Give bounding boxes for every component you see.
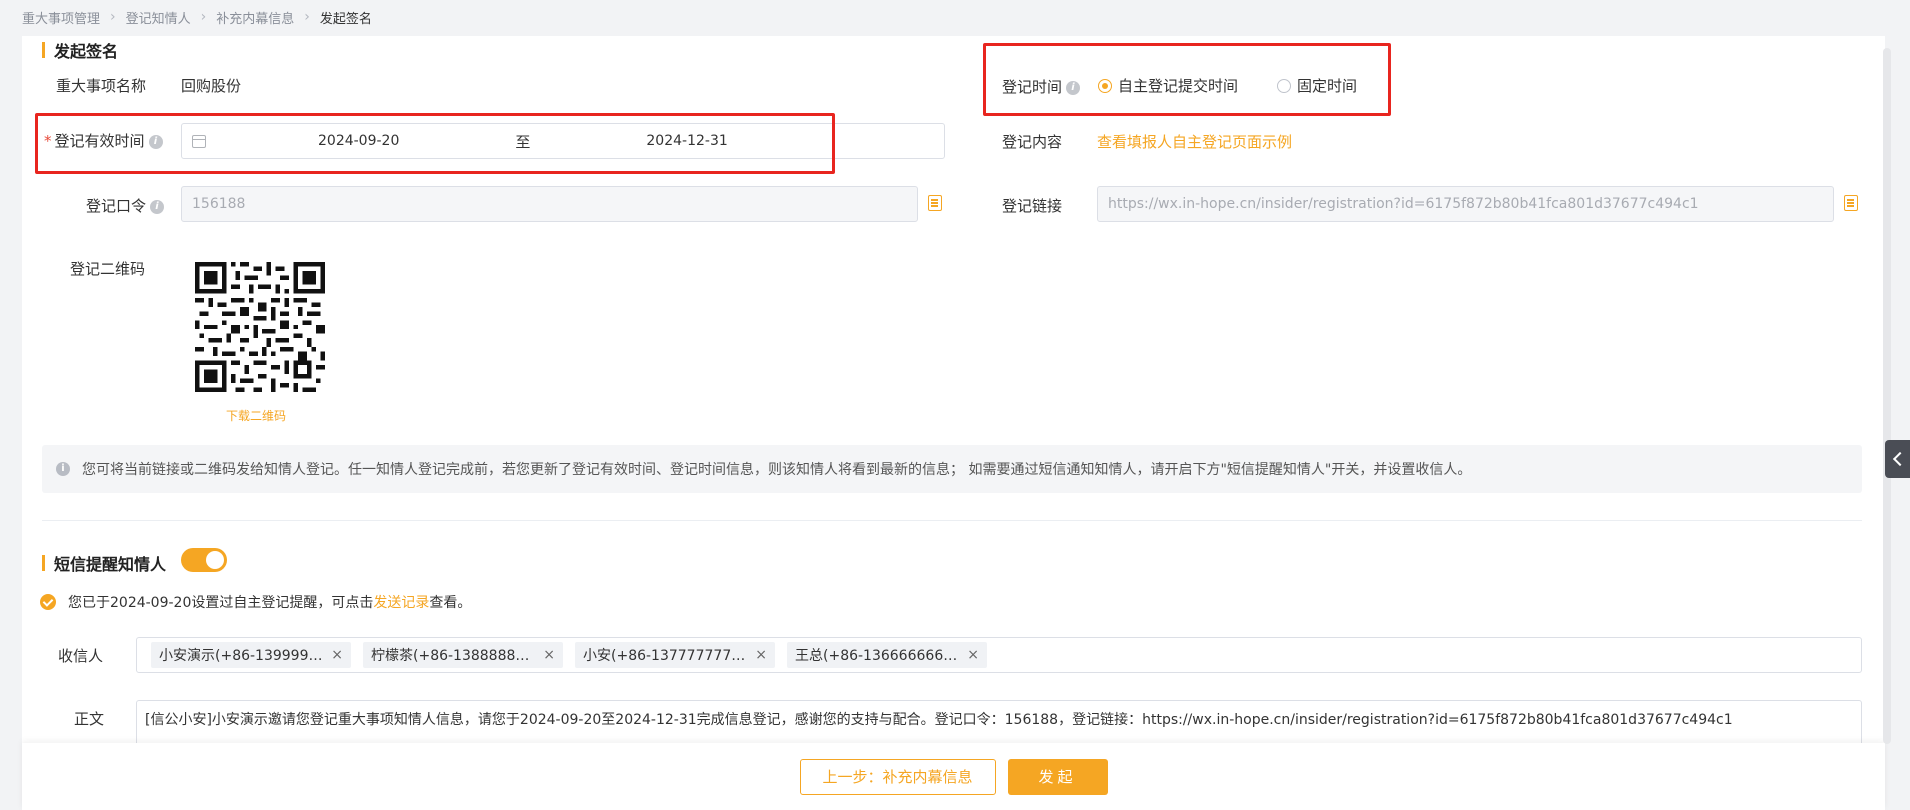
close-icon[interactable]: × <box>331 647 343 663</box>
recipient-tag-label: 小安(+86-13777777777) <box>583 648 748 664</box>
section-title-initiate-signature: 发起签名 <box>42 38 118 62</box>
side-panel-toggle[interactable] <box>1885 440 1910 478</box>
recipients-input[interactable]: 小安演示(+86-13999999999) × 柠檬茶(+86-13888888… <box>136 637 1862 673</box>
reg-time-label: 登记时间 i <box>1002 76 1081 97</box>
breadcrumb-item-supplement-info[interactable]: 补充内幕信息 <box>216 8 294 27</box>
info-icon[interactable]: i <box>150 199 165 214</box>
check-circle-icon <box>40 594 56 610</box>
info-icon[interactable]: i <box>148 134 163 149</box>
reminder-text-suffix: 查看。 <box>429 595 472 611</box>
breadcrumb-separator-icon: › <box>110 9 116 25</box>
radio-self-submit-time[interactable]: 自主登记提交时间 <box>1098 75 1238 96</box>
copy-icon[interactable] <box>928 195 942 211</box>
close-icon[interactable]: × <box>755 647 767 663</box>
password-input[interactable]: 156188 <box>181 186 918 222</box>
calendar-icon <box>192 134 206 148</box>
close-icon[interactable]: × <box>967 647 979 663</box>
close-icon[interactable]: × <box>543 647 555 663</box>
matter-name-value: 回购股份 <box>181 77 242 95</box>
section-title-text: 发起签名 <box>54 42 119 61</box>
notice-bar: i 您可将当前链接或二维码发给知情人登记。任一知情人登记完成前，若您更新了登记有… <box>42 445 1862 493</box>
previous-step-button[interactable]: 上一步：补充内幕信息 <box>799 758 996 795</box>
vertical-scrollbar[interactable] <box>1883 48 1891 744</box>
valid-time-label-text: 登记有效时间 <box>54 132 145 150</box>
reminder-text-prefix: 您已于2024-09-20设置过自主登记提醒，可点击 <box>68 595 374 611</box>
recipient-tag: 小安(+86-13777777777) × <box>575 642 775 668</box>
breadcrumb-separator-icon: › <box>304 9 310 25</box>
message-body-label: 正文 <box>74 710 105 728</box>
qr-code-image <box>195 262 325 392</box>
notice-text: 您可将当前链接或二维码发给知情人登记。任一知情人登记完成前，若您更新了登记有效时… <box>82 462 1472 478</box>
breadcrumb: 重大事项管理 › 登记知情人 › 补充内幕信息 › 发起签名 <box>22 0 372 34</box>
section-divider <box>42 520 1862 521</box>
qr-code-label: 登记二维码 <box>70 260 146 278</box>
chevron-left-icon <box>1892 451 1907 467</box>
radio-self-submit-time-label: 自主登记提交时间 <box>1118 77 1239 95</box>
recipient-tag-label: 王总(+86-13666666666) <box>795 648 960 664</box>
recipient-tag: 王总(+86-13666666666) × <box>787 642 987 668</box>
copy-icon[interactable] <box>1844 195 1858 211</box>
breadcrumb-item-register-insiders[interactable]: 登记知情人 <box>126 8 191 27</box>
sms-reminder-toggle[interactable] <box>181 548 227 572</box>
footer-action-bar: 上一步：补充内幕信息 发起 <box>22 743 1885 810</box>
matter-name-label: 重大事项名称 <box>56 77 147 95</box>
date-start-input[interactable]: 2024-09-20 <box>318 133 399 149</box>
recipient-tag-label: 小安演示(+86-13999999999) <box>159 648 323 664</box>
recipient-tag-label: 柠檬茶(+86-13888888888) <box>371 648 535 664</box>
reg-content-label: 登记内容 <box>1002 133 1063 151</box>
breadcrumb-separator-icon: › <box>200 9 207 25</box>
valid-time-label: * 登记有效时间 i <box>44 130 163 151</box>
reg-time-label-text: 登记时间 <box>1002 78 1063 96</box>
recipient-tag: 小安演示(+86-13999999999) × <box>151 642 351 668</box>
initiate-button[interactable]: 发起 <box>1007 758 1108 795</box>
radio-fixed-time[interactable]: 固定时间 <box>1277 75 1357 96</box>
recipient-tag: 柠檬茶(+86-13888888888) × <box>363 642 563 668</box>
valid-time-range-picker[interactable]: 2024-09-20 至 2024-12-31 <box>181 123 945 159</box>
date-end-input[interactable]: 2024-12-31 <box>646 133 727 149</box>
info-icon[interactable]: i <box>1066 80 1081 95</box>
radio-fixed-time-label: 固定时间 <box>1297 77 1358 95</box>
breadcrumb-item-major-matters[interactable]: 重大事项管理 <box>22 8 100 27</box>
reminder-status: 您已于2024-09-20设置过自主登记提醒，可点击 发送记录 查看。 <box>40 592 471 612</box>
send-record-link[interactable]: 发送记录 <box>373 592 429 612</box>
radio-checked-icon <box>1098 78 1112 93</box>
section-title-text: 短信提醒知情人 <box>54 555 167 574</box>
section-title-sms-reminder: 短信提醒知情人 <box>42 551 166 575</box>
password-label: 登记口令 i <box>86 195 165 216</box>
recipients-label: 收信人 <box>58 647 104 665</box>
toggle-knob <box>206 551 224 569</box>
info-icon: i <box>56 462 70 476</box>
password-label-text: 登记口令 <box>86 197 147 215</box>
radio-unchecked-icon <box>1277 78 1291 93</box>
reg-content-example-link[interactable]: 查看填报人自主登记页面示例 <box>1097 131 1292 152</box>
reg-link-label: 登记链接 <box>1002 197 1063 215</box>
reg-link-input[interactable]: https://wx.in-hope.cn/insider/registrati… <box>1097 186 1834 222</box>
date-range-separator: 至 <box>515 132 531 151</box>
breadcrumb-current: 发起签名 <box>319 11 372 27</box>
download-qr-link[interactable]: 下载二维码 <box>226 407 286 424</box>
required-mark: * <box>44 132 52 150</box>
